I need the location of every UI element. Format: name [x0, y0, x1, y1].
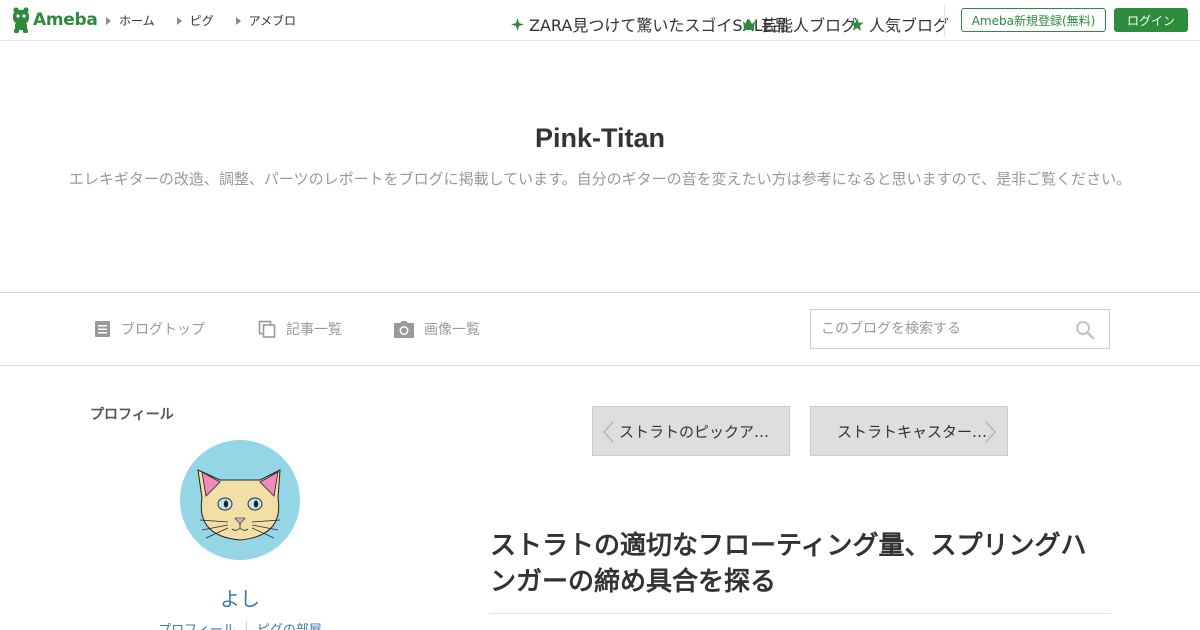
article-divider [490, 613, 1111, 614]
search-input[interactable] [811, 310, 1071, 348]
profile-heading: プロフィール [90, 407, 174, 423]
copy-icon [258, 320, 276, 338]
ameba-mascot-icon [13, 7, 29, 33]
global-nav: ホーム ピグ アメブロ [106, 12, 318, 29]
nav-home-label: ホーム [119, 14, 155, 28]
caret-right-icon [235, 16, 241, 25]
blog-nav-images[interactable]: 画像一覧 [394, 319, 480, 339]
link-celebrity-blog[interactable]: 芸能人ブログ [742, 12, 857, 36]
ameba-logo[interactable]: Ameba [12, 7, 98, 33]
cat-avatar-icon [197, 469, 281, 541]
blog-nav: ブログトップ 記事一覧 画像一覧 [0, 292, 1200, 366]
caret-right-icon [106, 16, 111, 25]
logo-text: Ameba [33, 10, 98, 30]
avatar[interactable] [180, 440, 300, 560]
nav-pigg-label: ピグ [189, 14, 214, 28]
sparkle-icon [511, 17, 524, 31]
link-popular-blog[interactable]: 人気ブログ [850, 12, 949, 36]
header-divider [944, 5, 945, 36]
blog-search [810, 309, 1110, 349]
link-celebrity-blog-label: 芸能人ブログ [761, 16, 858, 35]
login-button[interactable]: ログイン [1114, 8, 1188, 32]
prev-post-button[interactable]: ストラトのピックア… [592, 406, 790, 456]
blog-description: エレキギターの改造、調整、パーツのレポートをブログに掲載しています。自分のギター… [68, 170, 1132, 188]
nav-ameblo[interactable]: アメブロ [235, 12, 297, 29]
document-icon [95, 321, 110, 337]
profile-link[interactable]: プロフィール [148, 619, 246, 630]
camera-icon [394, 320, 414, 338]
nav-ameblo-label: アメブロ [248, 14, 297, 28]
blog-title[interactable]: Pink-Titan [0, 123, 1200, 154]
link-popular-blog-label: 人気ブログ [869, 16, 950, 35]
star-icon [850, 17, 864, 31]
blog-nav-top[interactable]: ブログトップ [94, 319, 205, 339]
article-title[interactable]: ストラトの適切なフローティング量、スプリングハンガーの締め具合を探る [490, 527, 1112, 599]
chevron-right-icon [985, 421, 997, 443]
blog-nav-articles-label: 記事一覧 [286, 322, 342, 338]
nav-pigg[interactable]: ピグ [176, 12, 214, 29]
next-post-title: ストラトキャスター… [837, 422, 988, 441]
caret-right-icon [176, 16, 182, 25]
author-name[interactable]: よし [180, 583, 300, 612]
register-button[interactable]: Ameba新規登録(無料) [961, 8, 1106, 32]
blog-nav-top-label: ブログトップ [121, 322, 205, 338]
profile-links: プロフィール ピグの部屋 [0, 619, 480, 630]
blog-nav-images-label: 画像一覧 [424, 322, 480, 338]
pigg-room-link[interactable]: ピグの部屋 [247, 619, 332, 630]
global-header: Ameba ホーム ピグ アメブロ ZARA見つけて驚いたスゴイSALE品 芸能… [0, 0, 1200, 41]
next-post-button[interactable]: ストラトキャスター… [810, 406, 1008, 456]
nav-home[interactable]: ホーム [106, 12, 155, 29]
search-icon[interactable] [1075, 320, 1095, 340]
chevron-left-icon [602, 421, 614, 443]
blog-nav-articles[interactable]: 記事一覧 [258, 319, 342, 339]
crown-icon [743, 19, 755, 30]
prev-post-title: ストラトのピックア… [619, 422, 770, 441]
